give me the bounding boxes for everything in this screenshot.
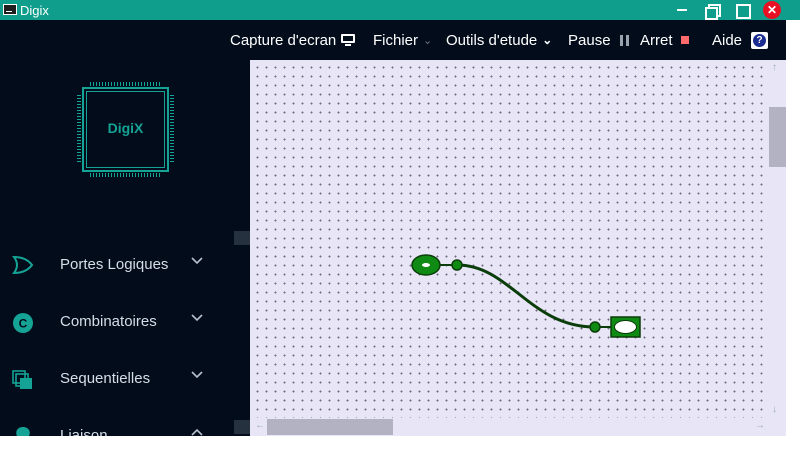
scroll-up-icon[interactable]: ↑ [772,62,777,73]
connection-node[interactable] [589,321,601,333]
window-border-bottom [0,436,800,450]
input-switch[interactable] [411,254,452,276]
output-led[interactable] [600,316,641,338]
wire[interactable] [456,263,596,329]
circuit-diagram [411,254,641,338]
vertical-scrollbar[interactable]: ↑ ↓ [768,60,786,420]
horizontal-scroll-thumb[interactable] [267,419,393,435]
scroll-right-icon[interactable]: → [755,420,765,431]
app-window: Digix ✕ Capture d'ecran Fichier ⌄ Outils … [0,0,800,450]
scroll-left-icon[interactable]: ← [255,420,265,431]
window-border-right [786,20,800,450]
scroll-down-icon[interactable]: ↓ [772,404,777,415]
vertical-scroll-thumb[interactable] [769,107,786,167]
connection-node[interactable] [451,259,463,271]
horizontal-scrollbar[interactable]: ← → [250,418,768,436]
scroll-corner [768,418,786,436]
